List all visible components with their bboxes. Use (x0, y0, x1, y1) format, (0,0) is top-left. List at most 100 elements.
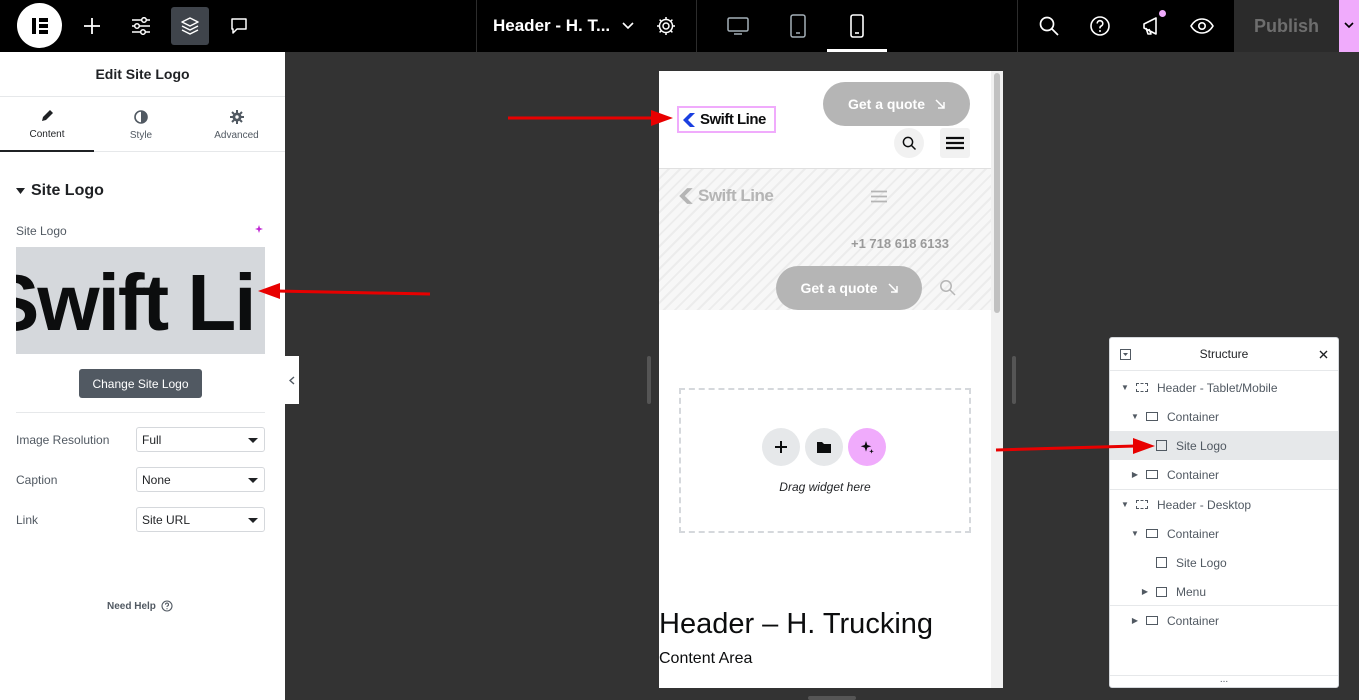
caret-right-icon: ▶ (1141, 587, 1149, 596)
site-logo-label: Site Logo (16, 224, 67, 238)
container-icon (1146, 412, 1158, 421)
desktop-icon (727, 17, 749, 35)
collapse-panel-button[interactable] (285, 356, 299, 404)
structure-item-container[interactable]: ▶ Container (1110, 460, 1338, 489)
get-quote-label: Get a quote (847, 96, 925, 112)
ai-sparkle-icon[interactable] (254, 224, 265, 235)
image-resolution-label: Image Resolution (16, 433, 110, 447)
top-bar: Header - H. T... Publish (0, 0, 1359, 52)
structure-button[interactable] (171, 7, 209, 45)
hamburger-menu-icon[interactable] (870, 190, 888, 203)
image-resolution-select[interactable]: Full (136, 427, 265, 452)
tab-label: Style (129, 129, 153, 141)
brand-logo: Swift Line (681, 111, 766, 128)
caret-down-icon (16, 188, 25, 194)
container-icon (1146, 616, 1158, 625)
change-site-logo-button[interactable]: Change Site Logo (79, 369, 202, 398)
mobile-view-button[interactable] (842, 11, 872, 41)
swift-line-logo-icon (683, 112, 695, 127)
site-logo-image-picker[interactable]: Swift Li (16, 247, 265, 354)
pencil-icon (42, 109, 53, 121)
structure-item-container[interactable]: ▼ Container (1110, 402, 1338, 431)
container-icon (1146, 529, 1158, 538)
caption-label: Caption (16, 473, 58, 487)
link-select[interactable]: Site URL (136, 507, 265, 532)
document-title-text: Header - H. T... (493, 16, 611, 35)
get-quote-button[interactable]: Get a quote (823, 82, 970, 126)
section-toggle-site-logo[interactable]: Site Logo (16, 182, 104, 200)
structure-item-label: Header - Tablet/Mobile (1157, 380, 1278, 395)
structure-item-label: Container (1167, 613, 1220, 628)
add-element-button[interactable] (77, 11, 107, 41)
need-help-link[interactable]: Need Help (107, 600, 173, 612)
resize-handle-right[interactable] (1012, 356, 1016, 404)
notes-button[interactable] (224, 11, 254, 41)
collapse-all-icon[interactable] (1120, 349, 1131, 360)
resize-handle-bottom[interactable] (808, 696, 856, 700)
chevron-down-icon (1344, 22, 1354, 29)
tablet-view-button[interactable] (783, 11, 813, 41)
site-logo-widget-selected[interactable]: Swift Line (677, 106, 776, 133)
help-button[interactable] (1085, 11, 1115, 41)
ai-build-button[interactable] (848, 428, 886, 466)
tab-content[interactable]: Content (0, 98, 94, 152)
structure-item-container[interactable]: ▶ Container (1110, 606, 1338, 635)
container-icon (1136, 383, 1148, 392)
site-logo-widget-icon (1156, 557, 1167, 568)
sliders-icon (132, 17, 150, 35)
tab-style[interactable]: Style (94, 98, 188, 152)
panel-title: Edit Site Logo (0, 52, 285, 97)
finder-button[interactable] (1034, 11, 1064, 41)
caret-down-icon: ▼ (1121, 500, 1129, 509)
arrow-down-right-icon (887, 283, 898, 293)
link-label: Link (16, 513, 39, 527)
page-title: Header – H. Trucking (659, 608, 934, 640)
hamburger-menu-icon (946, 136, 964, 150)
half-circle-icon (134, 109, 148, 124)
need-help-text: Need Help (107, 600, 156, 612)
structure-item-menu[interactable]: ▶ Menu (1110, 577, 1338, 606)
phone-number[interactable]: +1 718 618 6133 (851, 236, 949, 251)
close-icon[interactable] (1319, 350, 1328, 359)
divider (476, 0, 477, 52)
tablet-icon (790, 14, 806, 38)
structure-item-header-tablet-mobile[interactable]: ▼ Header - Tablet/Mobile (1110, 373, 1338, 402)
tab-advanced[interactable]: Advanced (188, 98, 285, 152)
chat-bubble-icon (231, 18, 247, 34)
search-button[interactable] (894, 128, 924, 158)
brand-name: Swift Line (698, 186, 774, 205)
elementor-logo-icon (31, 17, 48, 34)
add-template-button[interactable] (805, 428, 843, 466)
preview-scrollbar-thumb[interactable] (994, 73, 1000, 313)
page-settings-button[interactable] (651, 11, 681, 41)
site-settings-button[interactable] (126, 11, 156, 41)
caption-select[interactable]: None (136, 467, 265, 492)
layers-icon (181, 17, 199, 35)
tab-label: Advanced (214, 129, 259, 141)
elementor-logo-button[interactable] (17, 3, 62, 48)
structure-resize-handle[interactable]: ... (1110, 675, 1338, 687)
resize-handle-left[interactable] (647, 356, 651, 404)
publish-options-button[interactable] (1339, 0, 1359, 52)
get-quote-button[interactable]: Get a quote (776, 266, 922, 310)
desktop-view-button[interactable] (723, 11, 753, 41)
preview-button[interactable] (1187, 11, 1217, 41)
brand-logo-faded: Swift Line (677, 186, 774, 206)
add-section-button[interactable] (762, 428, 800, 466)
plus-icon (775, 441, 787, 453)
search-icon (1039, 16, 1059, 36)
structure-header: Structure (1110, 338, 1338, 371)
question-circle-icon (161, 600, 173, 612)
document-title[interactable]: Header - H. T... (493, 0, 634, 52)
menu-toggle-button[interactable] (940, 128, 970, 158)
publish-button[interactable]: Publish (1234, 0, 1339, 52)
search-icon[interactable] (939, 279, 956, 296)
chevron-down-icon (622, 22, 634, 30)
caret-right-icon: ▶ (1131, 470, 1139, 479)
gear-icon (657, 17, 675, 35)
container-icon (1146, 470, 1158, 479)
structure-item-header-desktop[interactable]: ▼ Header - Desktop (1110, 490, 1338, 519)
structure-item-site-logo[interactable]: Site Logo (1110, 548, 1338, 577)
notification-dot (1159, 10, 1166, 17)
structure-item-container[interactable]: ▼ Container (1110, 519, 1338, 548)
